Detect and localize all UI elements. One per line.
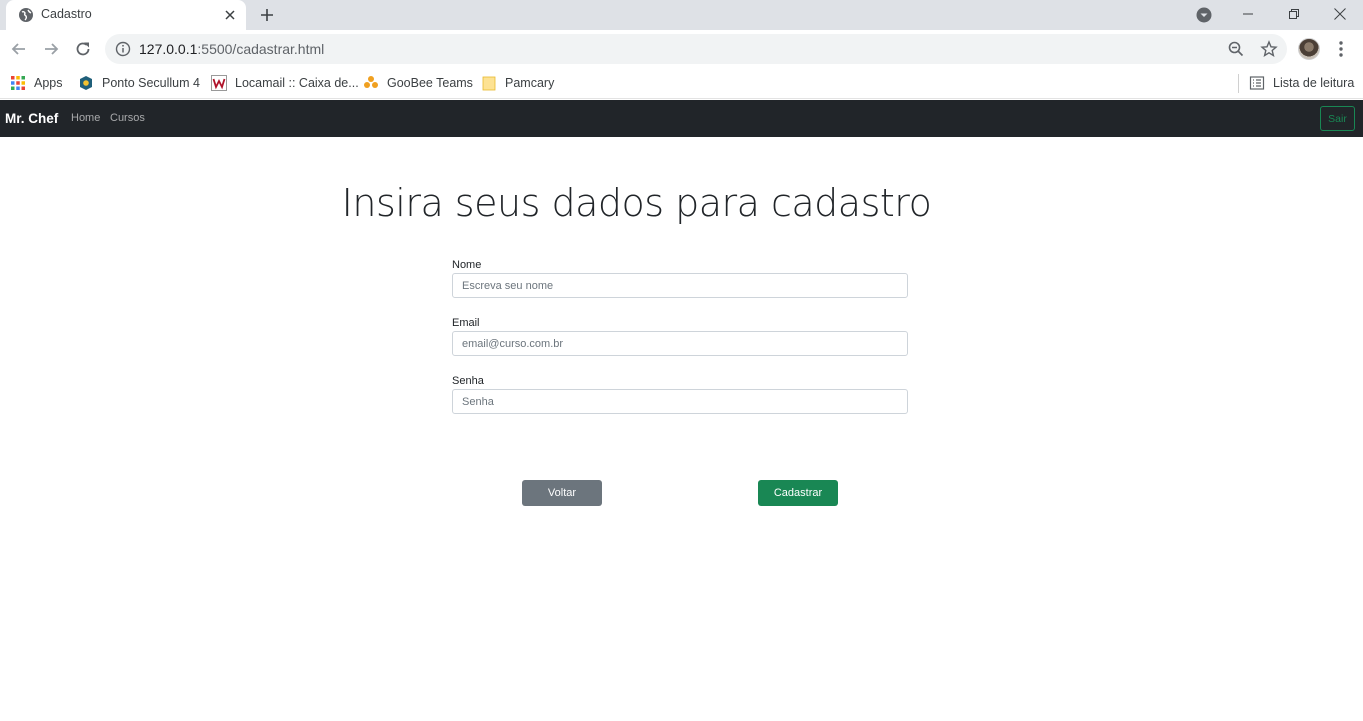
bookmarks-bar: Apps Ponto Secullum 4 Locamail :: Caixa … — [0, 68, 1363, 99]
browser-tabstrip: Cadastro — [0, 0, 1363, 30]
back-button[interactable]: Voltar — [522, 480, 602, 506]
site-navbar: Mr. Chef Home Cursos Sair — [0, 100, 1363, 137]
profile-avatar[interactable] — [1298, 38, 1320, 60]
tab-title: Cadastro — [41, 7, 92, 21]
tab-search-icon[interactable] — [1194, 5, 1214, 25]
close-window-icon[interactable] — [1330, 4, 1350, 24]
browser-tab[interactable]: Cadastro — [6, 0, 246, 30]
zoom-icon[interactable] — [1227, 40, 1245, 58]
reading-list-label: Lista de leitura — [1273, 76, 1355, 90]
nav-link-cursos[interactable]: Cursos — [110, 112, 145, 124]
bookmark-label: Pamcary — [505, 76, 555, 90]
reading-list[interactable]: Lista de leitura — [1249, 74, 1354, 92]
site-info-icon[interactable] — [115, 41, 131, 57]
minimize-icon[interactable] — [1238, 4, 1258, 24]
bookmark-apps[interactable]: Apps — [10, 74, 63, 92]
url-text: 127.0.0.1:5500/cadastrar.html — [139, 41, 324, 57]
locamail-icon — [211, 75, 227, 91]
back-arrow-icon[interactable] — [9, 39, 29, 59]
bookmark-label: Ponto Secullum 4 — [102, 76, 200, 90]
bookmark-ponto-secullum[interactable]: Ponto Secullum 4 — [78, 74, 200, 92]
logout-button[interactable]: Sair — [1320, 106, 1355, 131]
register-button[interactable]: Cadastrar — [758, 480, 838, 506]
password-input[interactable] — [452, 389, 908, 414]
browser-menu-icon[interactable] — [1333, 39, 1349, 59]
bookmark-goobee[interactable]: GooBee Teams — [363, 74, 473, 92]
globe-icon — [19, 8, 33, 22]
forward-arrow-icon[interactable] — [41, 39, 61, 59]
email-label: Email — [452, 317, 480, 329]
bookmark-locamail[interactable]: Locamail :: Caixa de... — [211, 74, 359, 92]
navbar-brand[interactable]: Mr. Chef — [5, 111, 58, 126]
apps-grid-icon — [11, 76, 25, 90]
bookmark-label: GooBee Teams — [387, 76, 473, 90]
password-label: Senha — [452, 375, 484, 387]
bookmark-label: Locamail :: Caixa de... — [235, 76, 359, 90]
new-tab-icon[interactable] — [258, 6, 276, 24]
bookmark-pamcary[interactable]: Pamcary — [481, 74, 554, 92]
folder-icon — [482, 76, 496, 91]
secullum-icon — [80, 76, 92, 90]
reload-icon[interactable] — [73, 39, 93, 59]
email-input[interactable] — [452, 331, 908, 356]
browser-toolbar: 127.0.0.1:5500/cadastrar.html — [0, 30, 1363, 68]
goobee-icon — [364, 76, 378, 88]
name-label: Nome — [452, 259, 482, 271]
bookmark-star-icon[interactable] — [1260, 40, 1278, 58]
address-bar[interactable]: 127.0.0.1:5500/cadastrar.html — [105, 34, 1287, 64]
url-host: 127.0.0.1 — [139, 41, 198, 57]
reading-list-icon — [1249, 76, 1265, 90]
close-tab-icon[interactable] — [222, 7, 238, 23]
nav-link-home[interactable]: Home — [71, 112, 100, 124]
restore-icon[interactable] — [1284, 4, 1304, 24]
url-path: :5500/cadastrar.html — [197, 41, 325, 57]
name-input[interactable] — [452, 273, 908, 298]
bookmarks-separator — [1238, 74, 1239, 93]
bookmark-label: Apps — [34, 76, 63, 90]
page-title: Insira seus dados para cadastro — [341, 181, 932, 225]
